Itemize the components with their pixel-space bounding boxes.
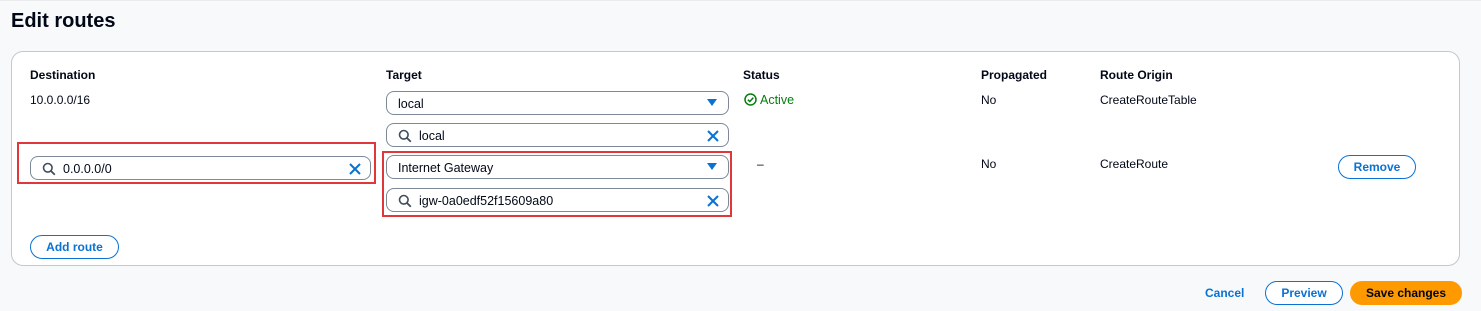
row2-status: – — [757, 157, 764, 171]
row2-target-select[interactable]: Internet Gateway — [386, 155, 729, 179]
clear-icon[interactable] — [348, 162, 362, 176]
row1-target-select-value: local — [398, 97, 424, 111]
check-circle-icon — [744, 93, 757, 106]
header-destination: Destination — [30, 68, 96, 82]
row2-target-select-value: Internet Gateway — [398, 161, 494, 175]
row2-target-search-value: igw-0a0edf52f15609a80 — [419, 194, 554, 208]
add-route-button[interactable]: Add route — [30, 235, 119, 259]
search-icon — [398, 194, 412, 208]
row1-target-search-value: local — [419, 129, 445, 143]
clear-icon[interactable] — [706, 194, 720, 208]
row2-destination-input[interactable]: 0.0.0.0/0 — [30, 156, 371, 180]
row2-target-search[interactable]: igw-0a0edf52f15609a80 — [386, 188, 729, 212]
search-icon — [42, 162, 56, 176]
row2-propagated: No — [981, 157, 997, 171]
row1-destination: 10.0.0.0/16 — [30, 93, 91, 107]
caret-down-icon — [707, 99, 717, 106]
save-changes-button[interactable]: Save changes — [1350, 281, 1462, 305]
header-route-origin: Route Origin — [1100, 68, 1173, 82]
preview-button[interactable]: Preview — [1265, 281, 1343, 305]
cancel-button[interactable]: Cancel — [1205, 286, 1244, 300]
clear-icon[interactable] — [706, 129, 720, 143]
row2-route-origin: CreateRoute — [1100, 157, 1169, 171]
header-target: Target — [386, 68, 422, 82]
search-icon — [398, 129, 412, 143]
row1-propagated: No — [981, 93, 997, 107]
row1-status-label: Active — [760, 93, 795, 107]
remove-route-button[interactable]: Remove — [1338, 155, 1416, 179]
page-title: Edit routes — [11, 10, 116, 32]
header-propagated: Propagated — [981, 68, 1048, 82]
row2-destination-value: 0.0.0.0/0 — [63, 162, 112, 176]
row1-status: Active — [744, 93, 794, 107]
row1-target-select[interactable]: local — [386, 91, 729, 115]
row1-route-origin: CreateRouteTable — [1100, 93, 1197, 107]
top-divider — [0, 0, 1481, 1]
header-status: Status — [743, 68, 780, 82]
caret-down-icon — [707, 163, 717, 170]
row1-target-search[interactable]: local — [386, 123, 729, 147]
